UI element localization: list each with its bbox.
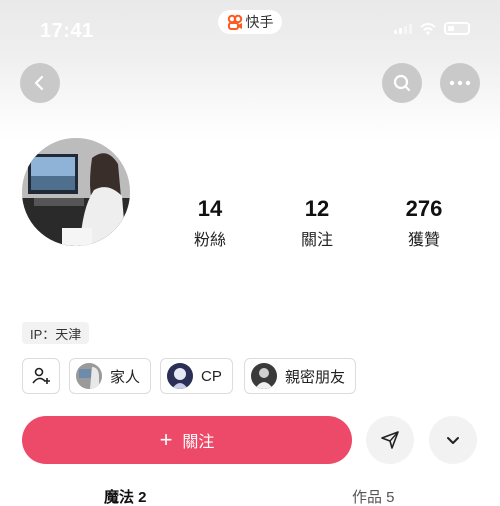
search-icon <box>393 74 411 92</box>
signal-icon <box>394 23 412 34</box>
followers-stat[interactable]: 14 粉絲 <box>170 196 250 250</box>
kuaishou-logo-icon <box>227 14 242 30</box>
chevron-down-icon <box>447 437 459 444</box>
followers-label: 粉絲 <box>193 232 226 249</box>
avatar-image <box>22 138 130 246</box>
follow-button-label: 關注 <box>182 434 215 451</box>
add-relationship-button[interactable] <box>22 358 60 394</box>
following-label: 關注 <box>300 232 333 249</box>
likes-label: 獲贊 <box>407 232 440 249</box>
back-button[interactable] <box>20 63 60 103</box>
chip-close-friends-label: 親密朋友 <box>285 368 346 386</box>
chip-family-avatar <box>76 363 102 389</box>
following-count: 12 <box>304 196 330 221</box>
chevron-left-icon <box>34 75 44 91</box>
chip-close-friends[interactable]: 親密朋友 <box>244 358 357 394</box>
tab-magic[interactable]: 魔法 2 <box>104 486 147 506</box>
tab-works[interactable]: 作品 5 <box>352 486 395 506</box>
plus-icon: + <box>159 427 173 452</box>
battery-icon <box>444 22 470 35</box>
app-name: 快手 <box>245 14 274 30</box>
likes-stat[interactable]: 276 獲贊 <box>384 196 464 250</box>
chip-cp-label: CP <box>201 367 222 385</box>
chip-cp-avatar <box>167 363 193 389</box>
expand-button[interactable] <box>429 416 477 464</box>
more-button[interactable] <box>440 63 480 103</box>
add-user-icon <box>32 367 50 384</box>
more-dots-icon <box>449 80 471 86</box>
wifi-icon <box>420 22 436 35</box>
avatar[interactable] <box>22 138 130 246</box>
chip-family[interactable]: 家人 <box>69 358 152 394</box>
likes-count: 276 <box>405 196 443 221</box>
chip-cp[interactable]: CP <box>160 358 233 394</box>
ip-location-tag: IP：天津 <box>22 322 90 344</box>
following-stat[interactable]: 12 關注 <box>277 196 357 250</box>
send-message-button[interactable] <box>366 416 414 464</box>
status-time: 17:41 <box>40 20 94 42</box>
chip-family-label: 家人 <box>110 368 141 386</box>
followers-count: 14 <box>197 196 223 221</box>
chip-close-friends-avatar <box>251 363 277 389</box>
send-icon <box>381 431 399 449</box>
status-icons <box>394 22 470 35</box>
search-button[interactable] <box>382 63 422 103</box>
follow-button[interactable]: + 關注 <box>22 416 352 464</box>
app-source-pill[interactable]: 快手 <box>218 10 282 34</box>
